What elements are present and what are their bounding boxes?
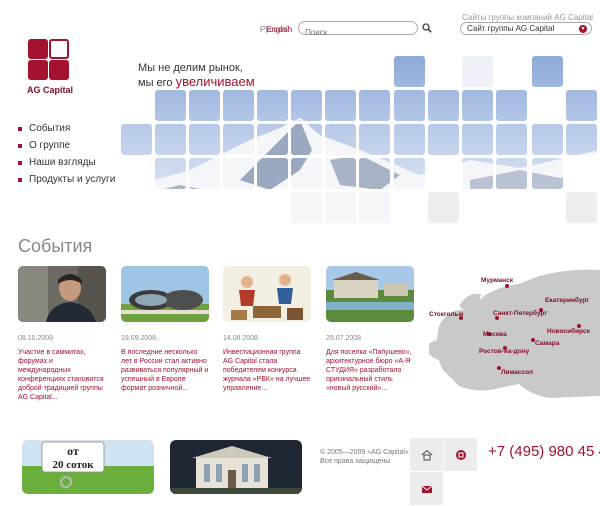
mail-button[interactable] — [410, 472, 443, 505]
sitemap-icon — [455, 449, 466, 460]
map-city-label: Мурманск — [481, 277, 514, 284]
event-text[interactable]: В последние несколько лет в России стал … — [121, 348, 209, 393]
event-card[interactable]: 14.08.2008 Инвестиционная группа AG Capi… — [223, 266, 311, 393]
map-city-label: Самара — [535, 340, 560, 347]
search-input[interactable] — [305, 28, 415, 37]
promo-land-banner[interactable]: от 20 соток — [22, 440, 154, 494]
event-photo — [121, 266, 209, 322]
event-photo — [18, 266, 106, 322]
map-city-label: Ростов-на-дону — [479, 348, 530, 355]
event-text[interactable]: Для поселка «Папушево», архитектурное бю… — [326, 348, 414, 393]
copyright: © 2005—2009 «AG Capital» Все права защищ… — [320, 449, 409, 465]
nav-item-views[interactable]: Наши взгляды — [18, 154, 115, 171]
phone-number: +7 (495) 980 45 45 — [488, 443, 600, 460]
event-text[interactable]: Инвестиционная группа AG Capital стала п… — [223, 348, 311, 393]
group-sites-select[interactable]: Сайт группы AG Capital ▼ — [460, 22, 592, 35]
promo-line1: от — [67, 444, 79, 458]
group-sites-label: Сайты группы компаний AG Capital — [462, 13, 593, 22]
map-city-label: Санкт-Петербург — [493, 309, 547, 317]
lang-en-link[interactable]: English — [266, 25, 292, 34]
geography-map[interactable]: Мурманск Стокгольм Санкт-Петербург Екате… — [429, 266, 600, 401]
bullet-icon — [18, 160, 22, 165]
map-city-label: Стокгольм — [429, 311, 464, 318]
nav-item-events[interactable]: События — [18, 120, 115, 137]
logo-name: AG Capital — [27, 85, 74, 95]
logo[interactable]: AG Capital — [27, 38, 77, 98]
bullet-icon — [18, 126, 22, 131]
map-city-label: Новосибирск — [547, 327, 591, 335]
bullet-icon — [18, 177, 22, 182]
promo-house-image — [170, 440, 302, 494]
map-city-label: Лимассол — [501, 369, 533, 376]
map-city-label: Москва — [483, 331, 507, 338]
event-card[interactable]: 08.10.2008 Участие в саммитах, форумах и… — [18, 266, 106, 402]
logo-mark — [27, 38, 71, 82]
nav-item-about[interactable]: О группе — [18, 137, 115, 154]
promo-line2: 20 соток — [52, 459, 94, 471]
search-box — [298, 21, 418, 37]
mail-icon — [421, 485, 432, 493]
sitemap-button[interactable] — [444, 438, 477, 471]
event-photo — [223, 266, 311, 322]
event-card[interactable]: 19.09.2008 В последние несколько лет в Р… — [121, 266, 209, 393]
event-card[interactable]: 29.07.2008 Для поселка «Папушево», архит… — [326, 266, 414, 393]
slogan-accent: увеличиваем — [175, 74, 255, 89]
search-icon[interactable] — [422, 23, 432, 33]
main-nav: События О группе Наши взгляды Продукты и… — [18, 120, 115, 188]
home-icon — [421, 449, 432, 461]
map-city-label: Екатеринбург — [545, 296, 589, 304]
event-date: 14.08.2008 — [223, 335, 259, 342]
event-date: 29.07.2008 — [326, 335, 362, 342]
event-text[interactable]: Участие в саммитах, форумах и международ… — [18, 348, 106, 402]
event-date: 19.09.2008 — [121, 335, 157, 342]
promo-house-banner[interactable] — [170, 440, 302, 494]
home-button[interactable] — [410, 438, 443, 471]
bullet-icon — [18, 143, 22, 148]
promo-land-image: от 20 соток — [22, 440, 154, 494]
events-title: События — [18, 236, 93, 256]
nav-item-products[interactable]: Продукты и услуги — [18, 171, 115, 188]
event-date: 08.10.2008 — [18, 335, 54, 342]
slogan: Мы не делим рынок, мы его увеличиваем — [138, 62, 255, 90]
slogan-line2: мы его увеличиваем — [138, 74, 255, 89]
chevron-down-icon: ▼ — [579, 25, 587, 33]
group-sites-value: Сайт группы AG Capital — [467, 24, 555, 33]
event-photo — [326, 266, 414, 322]
